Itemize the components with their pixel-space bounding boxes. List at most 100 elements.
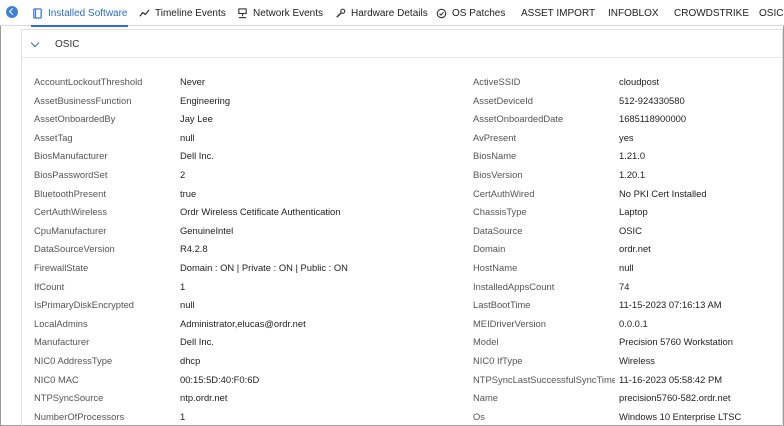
property-value: Windows 10 Enterprise LTSC: [619, 410, 742, 422]
tab-label: Network Events: [253, 7, 324, 19]
tab-infoblox[interactable]: INFOBLOX: [608, 0, 659, 26]
property-row: IsPrimaryDiskEncrypted null LastBootTime 11…: [0, 296, 784, 314]
property-row: FirewallState Domain : ON | Private : ON …: [0, 259, 784, 277]
property-value: 0.0.0.1: [619, 317, 648, 329]
property-row: BluetoothPresent true CertAuthWired No PKI …: [0, 185, 784, 203]
property-key: LastBootTime: [473, 299, 531, 311]
property-value: Ordr Wireless Cetificate Authentication: [180, 206, 341, 218]
property-value: 1685118900000: [619, 113, 687, 125]
property-key: NIC0 IfType: [473, 355, 523, 366]
tab-asset-import[interactable]: ASSET IMPORT: [521, 0, 595, 26]
property-row: Manufacturer Dell Inc. Model Precision 5760…: [0, 333, 784, 351]
property-value: precision5760-582.ordr.net: [619, 392, 731, 404]
property-row: AssetBusinessFunction Engineering AssetDev…: [0, 92, 784, 110]
property-row: IfCount 1 InstalledAppsCount 74: [0, 278, 784, 296]
property-key: AssetOnboardedDate: [473, 113, 564, 125]
tab-label: ASSET IMPORT: [521, 7, 596, 19]
property-key: LocalAdmins: [34, 317, 88, 329]
property-value: cloudpost: [619, 76, 660, 87]
tab-bar: Installed Software Timeline Events Netwo…: [0, 0, 784, 27]
tab-label: OS Patches: [452, 7, 506, 19]
property-key: CertAuthWireless: [34, 206, 107, 218]
property-row: BiosPasswordSet 2 BiosVersion 1.20.1: [0, 166, 784, 184]
property-row: NIC0 MAC 00:15:5D:40:F0:6D NTPSyncLastSucc…: [0, 371, 784, 389]
property-value: true: [180, 187, 197, 199]
tab-installed-software[interactable]: Installed Software: [31, 0, 128, 27]
property-value: null: [180, 299, 195, 311]
property-key: AssetDeviceId: [473, 94, 533, 106]
tab-label: Hardware Details: [351, 7, 428, 19]
tab-label: Installed Software: [48, 7, 128, 19]
property-key: ActiveSSID: [473, 76, 521, 87]
trend-icon: [138, 7, 150, 19]
property-key: MEIDriverVersion: [473, 317, 546, 329]
property-key: NTPSyncLastSuccessfulSyncTime: [473, 373, 615, 385]
property-key: ChassisType: [473, 206, 527, 218]
property-value: Precision 5760 Workstation: [619, 336, 733, 348]
property-value: 1.21.0: [619, 150, 646, 162]
tab-crowdstrike[interactable]: CROWDSTRIKE: [674, 0, 749, 26]
tab-label: CROWDSTRIKE: [674, 7, 749, 19]
property-key: DataSourceVersion: [34, 243, 115, 255]
property-key: NIC0 MAC: [34, 373, 79, 385]
tab-timeline-events[interactable]: Timeline Events: [138, 0, 226, 26]
book-icon: [31, 7, 43, 19]
property-value: ntp.ordr.net: [180, 392, 228, 404]
section-header[interactable]: OSIC: [22, 30, 782, 58]
property-value: ordr.net: [619, 243, 651, 255]
property-key: BluetoothPresent: [34, 187, 106, 199]
property-key: CertAuthWired: [473, 187, 535, 199]
property-key: AccountLockoutThreshold: [34, 76, 143, 87]
property-key: IsPrimaryDiskEncrypted: [34, 299, 135, 311]
property-row: CertAuthWireless Ordr Wireless Cetificate…: [0, 203, 784, 221]
property-row: NumberOfProcessors 1 Os Windows 10 Enterpri…: [0, 408, 784, 426]
tab-network-events[interactable]: Network Events: [236, 0, 323, 26]
property-value: 00:15:5D:40:F0:6D: [180, 373, 260, 385]
section-title: OSIC: [55, 39, 80, 50]
property-value: null: [619, 262, 634, 273]
property-key: AssetTag: [34, 131, 73, 143]
property-row: NIC0 AddressType dhcp NIC0 IfType Wireless: [0, 352, 784, 370]
tab-osic[interactable]: OSIC: [759, 0, 783, 26]
property-row: NTPSyncSource ntp.ordr.net Name precision57…: [0, 389, 784, 407]
property-value: Engineering: [180, 94, 231, 106]
property-value: GenuineIntel: [180, 224, 234, 236]
property-row: AssetTag null AvPresent yes: [0, 129, 784, 147]
property-key: NTPSyncSource: [34, 392, 104, 404]
property-value: 1: [180, 410, 186, 422]
property-value: Never: [180, 76, 206, 87]
property-key: AvPresent: [473, 131, 517, 143]
property-value: Dell Inc.: [180, 150, 214, 162]
tab-os-patches[interactable]: OS Patches: [435, 0, 505, 26]
property-row: LocalAdmins Administrator,elucas@ordr.net…: [0, 315, 784, 333]
property-value: OSIC: [619, 224, 642, 236]
property-key: Domain: [473, 243, 506, 255]
property-value: Wireless: [619, 355, 655, 366]
tab-label: INFOBLOX: [608, 7, 659, 19]
property-row: AccountLockoutThreshold Never ActiveSSID cl…: [0, 73, 784, 91]
tab-hardware-details[interactable]: Hardware Details: [334, 0, 428, 26]
property-value: 1: [180, 280, 186, 292]
property-key: InstalledAppsCount: [473, 280, 555, 292]
property-key: DataSource: [473, 224, 523, 236]
property-key: NumberOfProcessors: [34, 410, 125, 422]
property-row: CpuManufacturer GenuineIntel DataSource OSI…: [0, 222, 784, 240]
network-icon: [236, 7, 248, 19]
property-value: 512-924330580: [619, 94, 685, 106]
property-value: No PKI Cert Installed: [619, 187, 707, 199]
property-key: BiosManufacturer: [34, 150, 108, 162]
property-key: CpuManufacturer: [34, 224, 107, 236]
property-row: DataSourceVersion R4.2.8 Domain ordr.net: [0, 240, 784, 258]
property-key: Manufacturer: [34, 336, 90, 348]
property-value: Laptop: [619, 206, 648, 218]
back-arrow-icon[interactable]: [6, 6, 18, 18]
property-key: HostName: [473, 262, 518, 273]
property-value: Domain : ON | Private : ON | Public : ON: [180, 262, 348, 273]
property-row: AssetOnboardedBy Jay Lee AssetOnboardedDat…: [0, 110, 784, 128]
property-value: 11-15-2023 07:16:13 AM: [619, 299, 722, 311]
wrench-icon: [334, 7, 346, 19]
property-key: Model: [473, 336, 499, 348]
property-key: Name: [473, 392, 499, 404]
chevron-down-icon[interactable]: [30, 38, 40, 48]
property-value: dhcp: [180, 355, 201, 366]
